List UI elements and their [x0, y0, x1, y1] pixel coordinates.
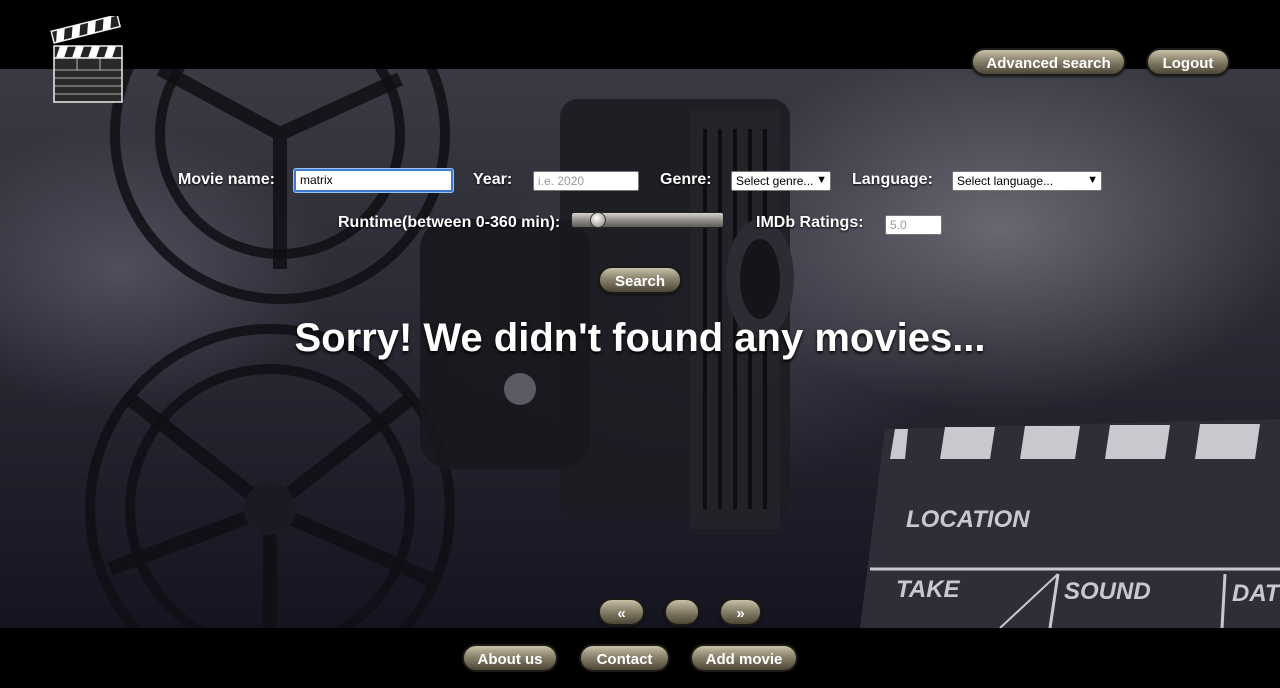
chevron-down-icon: ▼ [816, 174, 827, 186]
genre-select[interactable]: Select genre... ▼ [731, 171, 831, 191]
logout-button[interactable]: Logout [1146, 48, 1230, 76]
clapper-word-sound: SOUND [1064, 578, 1151, 605]
movie-name-label: Movie name: [178, 171, 275, 188]
current-page-button[interactable] [664, 598, 700, 626]
chevron-down-icon: ▼ [1087, 174, 1098, 186]
search-button[interactable]: Search [598, 266, 682, 294]
contact-button[interactable]: Contact [579, 644, 670, 672]
clapperboard-logo-icon[interactable] [50, 16, 126, 104]
year-label: Year: [473, 171, 513, 188]
language-select[interactable]: Select language... ▼ [952, 171, 1102, 191]
year-placeholder: i.e. 2020 [538, 174, 585, 188]
no-results-message: Sorry! We didn't found any movies... [294, 316, 986, 360]
language-selected-value: Select language... [957, 174, 1054, 188]
runtime-slider-thumb[interactable] [590, 212, 606, 228]
year-input[interactable]: i.e. 2020 [533, 171, 639, 191]
add-movie-button[interactable]: Add movie [690, 644, 798, 672]
language-label: Language: [852, 171, 933, 188]
runtime-label: Runtime(between 0-360 min): [338, 214, 561, 231]
imdb-placeholder: 5.0 [890, 218, 907, 232]
movie-name-input[interactable]: matrix [294, 169, 453, 192]
clapper-word-location: LOCATION [906, 506, 1030, 533]
genre-selected-value: Select genre... [736, 174, 814, 188]
about-us-button[interactable]: About us [462, 644, 558, 672]
next-page-button[interactable]: » [719, 598, 762, 626]
runtime-slider[interactable] [571, 212, 724, 228]
imdb-ratings-label: IMDb Ratings: [756, 214, 864, 231]
genre-label: Genre: [660, 171, 712, 188]
prev-page-button[interactable]: « [598, 598, 645, 626]
imdb-ratings-input[interactable]: 5.0 [885, 215, 942, 235]
clapper-word-date: DAT [1232, 580, 1280, 607]
advanced-search-button[interactable]: Advanced search [971, 48, 1126, 76]
clapper-word-take: TAKE [896, 576, 961, 603]
